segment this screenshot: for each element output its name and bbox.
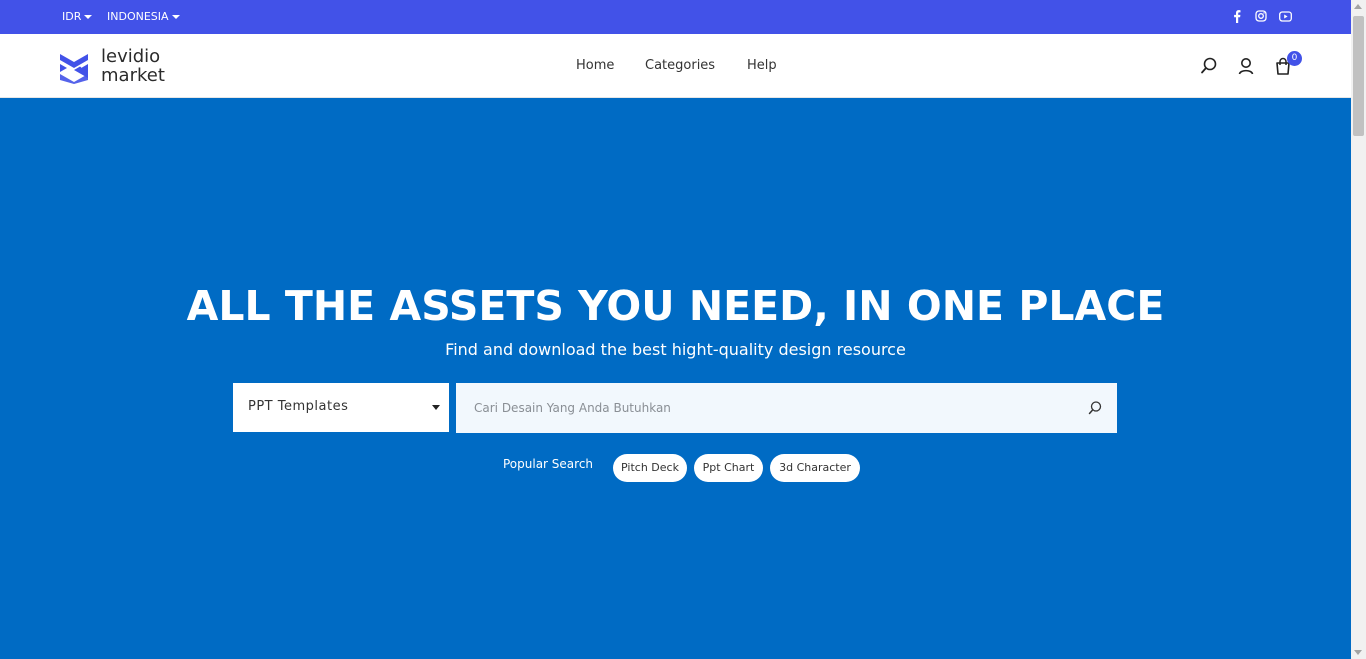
popular-tag-3d-character[interactable]: 3d Character	[770, 454, 860, 482]
category-select-value: PPT Templates	[248, 399, 349, 414]
logo-line-2: market	[101, 65, 165, 86]
logo-line-1: levidio	[101, 46, 161, 67]
scroll-up-arrow-icon[interactable]	[1354, 4, 1362, 9]
scroll-down-arrow-icon[interactable]	[1354, 650, 1362, 655]
search-input[interactable]	[456, 383, 1076, 433]
nav-help[interactable]: Help	[747, 58, 777, 73]
main-navbar: levidio market Home Categories Help 0	[0, 34, 1351, 98]
top-bar: IDR INDONESIA	[0, 0, 1351, 34]
chevron-down-icon	[171, 14, 180, 19]
region-selector[interactable]: INDONESIA	[107, 10, 180, 23]
cart-count-badge: 0	[1287, 51, 1302, 66]
chevron-down-icon	[432, 405, 440, 410]
hero-subtitle: Find and download the best hight-quality…	[445, 340, 906, 359]
nav-home[interactable]: Home	[576, 58, 614, 73]
user-icon[interactable]	[1236, 56, 1256, 76]
page-scrollbar[interactable]	[1351, 0, 1366, 659]
currency-selector[interactable]: IDR	[62, 10, 93, 23]
region-label: INDONESIA	[107, 10, 169, 23]
youtube-icon[interactable]	[1278, 9, 1292, 23]
search-submit-icon[interactable]	[1086, 399, 1104, 417]
levidio-logo-icon	[60, 54, 88, 84]
currency-label: IDR	[62, 10, 82, 23]
scrollbar-thumb[interactable]	[1353, 16, 1364, 136]
facebook-icon[interactable]	[1230, 9, 1244, 23]
category-select[interactable]: PPT Templates	[233, 383, 449, 432]
instagram-icon[interactable]	[1254, 9, 1268, 23]
search-box	[456, 383, 1117, 433]
nav-categories[interactable]: Categories	[645, 58, 715, 73]
popular-search-label: Popular Search	[503, 457, 594, 471]
search-icon[interactable]	[1199, 56, 1219, 76]
popular-tag-pitch-deck[interactable]: Pitch Deck	[613, 454, 687, 482]
site-logo[interactable]: levidio market	[58, 47, 165, 85]
logo-text: levidio market	[101, 47, 165, 85]
hero-title: ALL THE ASSETS YOU NEED, IN ONE PLACE	[186, 282, 1165, 330]
chevron-down-icon	[84, 14, 93, 19]
popular-tag-ppt-chart[interactable]: Ppt Chart	[694, 454, 763, 482]
